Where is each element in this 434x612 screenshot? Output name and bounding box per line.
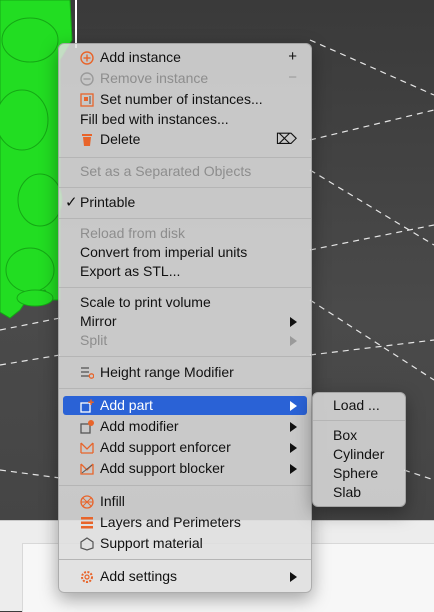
menu-separator	[59, 485, 311, 486]
delete-key-icon: ⌦	[275, 131, 297, 148]
instances-icon	[80, 93, 94, 107]
menu-item-label: Add instance	[100, 49, 181, 65]
menu-item-label: Delete	[100, 131, 141, 147]
menu-item-label: Add support blocker	[100, 460, 225, 476]
submenu-item-sphere[interactable]: Sphere	[333, 464, 378, 483]
submenu-item-load[interactable]: Load ...	[333, 396, 380, 415]
menu-item-layers-and-perimeters[interactable]: Layers and Perimeters	[63, 513, 307, 532]
menu-item-fill-bed[interactable]: Fill bed with instances...	[63, 110, 307, 129]
menu-separator	[59, 218, 311, 219]
add-modifier-icon	[80, 420, 94, 434]
support-enforcer-icon	[80, 441, 94, 455]
menu-item-add-modifier[interactable]: Add modifier	[63, 417, 307, 436]
menu-item-infill[interactable]: Infill	[63, 492, 307, 511]
menu-item-label: Convert from imperial units	[80, 244, 248, 260]
menu-separator	[59, 356, 311, 357]
menu-item-label: Set number of instances...	[100, 91, 263, 107]
menu-item-add-part[interactable]: Add part	[63, 396, 307, 415]
submenu-arrow-icon	[290, 464, 297, 474]
menu-item-label: Printable	[80, 194, 136, 210]
shortcut-label: +	[288, 48, 297, 65]
shortcut-label: −	[288, 69, 297, 86]
menu-item-support-material[interactable]: Support material	[63, 534, 307, 553]
submenu-arrow-icon	[290, 422, 297, 432]
menu-item-convert-imperial[interactable]: Convert from imperial units	[63, 243, 307, 262]
menu-separator	[59, 559, 311, 560]
menu-separator	[59, 157, 311, 158]
add-part-icon	[80, 399, 94, 413]
add-circle-icon	[80, 51, 94, 65]
menu-item-remove-instance[interactable]: Remove instance −	[63, 69, 307, 88]
menu-item-label: Scale to print volume	[80, 294, 211, 310]
menu-item-add-support-enforcer[interactable]: Add support enforcer	[63, 438, 307, 457]
menu-item-printable[interactable]: ✓ Printable	[63, 193, 307, 212]
menu-item-mirror[interactable]: Mirror	[63, 312, 307, 331]
menu-item-label: Support material	[100, 535, 203, 551]
menu-item-label: Set as a Separated Objects	[80, 163, 252, 179]
settings-gear-icon	[80, 570, 94, 584]
menu-item-delete[interactable]: Delete ⌦	[63, 130, 307, 149]
menu-item-add-instance[interactable]: Add instance +	[63, 48, 307, 67]
menu-item-label: Infill	[100, 493, 125, 509]
submenu-item-slab[interactable]: Slab	[333, 483, 361, 502]
support-blocker-icon	[80, 462, 94, 476]
menu-separator	[59, 388, 311, 389]
infill-icon	[80, 495, 94, 509]
menu-item-height-range-modifier[interactable]: Height range Modifier	[63, 363, 307, 382]
menu-item-scale-to-print-volume[interactable]: Scale to print volume	[63, 293, 307, 312]
menu-item-label: Add settings	[100, 568, 178, 584]
menu-separator	[59, 187, 311, 188]
object-context-menu: Add instance + Remove instance − Set num…	[58, 43, 312, 593]
menu-separator	[59, 287, 311, 288]
menu-item-label: Mirror	[80, 313, 117, 329]
submenu-arrow-icon	[290, 336, 297, 346]
menu-item-label: Layers and Perimeters	[100, 514, 241, 530]
remove-circle-icon	[80, 72, 94, 86]
menu-item-set-separated[interactable]: Set as a Separated Objects	[63, 162, 307, 181]
add-part-submenu: Load ... Box Cylinder Sphere Slab	[312, 392, 406, 507]
menu-item-reload-from-disk[interactable]: Reload from disk	[63, 224, 307, 243]
trash-icon	[80, 133, 94, 147]
menu-item-add-support-blocker[interactable]: Add support blocker	[63, 459, 307, 478]
submenu-arrow-icon	[290, 401, 297, 411]
menu-item-label: Fill bed with instances...	[80, 111, 229, 127]
checkmark-icon: ✓	[65, 194, 78, 211]
height-range-icon	[80, 366, 94, 380]
menu-item-label: Export as STL...	[80, 263, 181, 279]
menu-item-label: Height range Modifier	[100, 364, 234, 380]
menu-item-label: Split	[80, 332, 108, 348]
submenu-item-cylinder[interactable]: Cylinder	[333, 445, 384, 464]
menu-item-split[interactable]: Split	[63, 331, 307, 350]
menu-item-set-number-of-instances[interactable]: Set number of instances...	[63, 90, 307, 109]
submenu-arrow-icon	[290, 317, 297, 327]
menu-item-label: Remove instance	[100, 70, 209, 86]
submenu-item-box[interactable]: Box	[333, 426, 357, 445]
submenu-arrow-icon	[290, 572, 297, 582]
layers-icon	[80, 516, 94, 530]
menu-item-label: Reload from disk	[80, 225, 186, 241]
support-material-icon	[80, 537, 94, 551]
menu-item-label: Add modifier	[100, 418, 179, 434]
menu-item-add-settings[interactable]: Add settings	[63, 567, 307, 586]
menu-separator	[313, 420, 405, 421]
submenu-arrow-icon	[290, 443, 297, 453]
menu-item-label: Add support enforcer	[100, 439, 231, 455]
menu-item-export-stl[interactable]: Export as STL...	[63, 262, 307, 281]
menu-item-label: Add part	[100, 397, 153, 413]
